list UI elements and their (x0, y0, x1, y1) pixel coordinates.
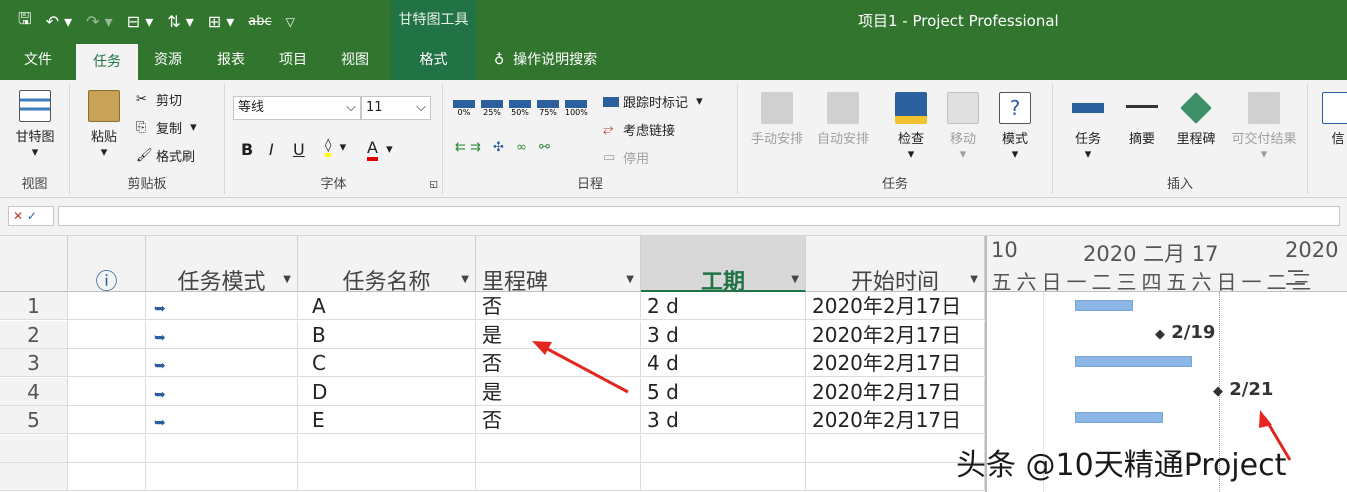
arrowhead-icon (1259, 410, 1272, 428)
annotation-arrows (532, 341, 1292, 461)
watermark: 头条 @10天精通Project (956, 448, 1287, 483)
annotation-arrow (539, 343, 629, 394)
arrowhead-icon (532, 341, 552, 355)
